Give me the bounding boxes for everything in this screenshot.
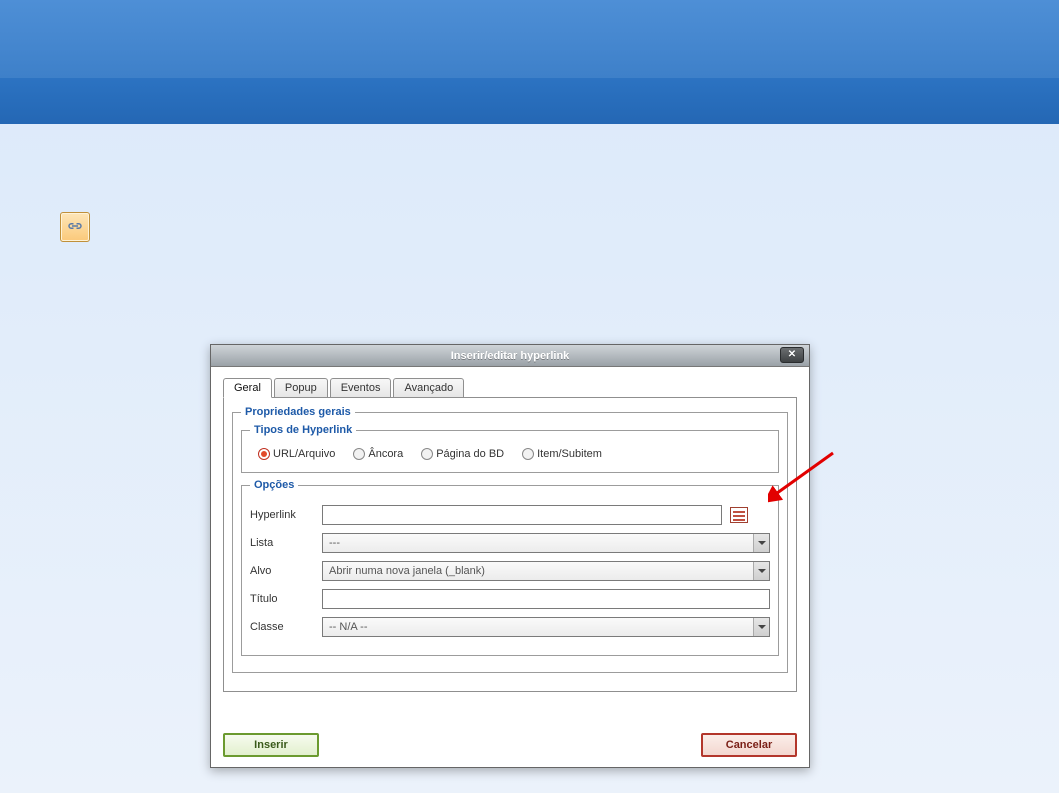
cancel-button-label: Cancelar [726, 739, 772, 751]
fieldset-options-legend: Opções [250, 479, 298, 491]
classe-label: Classe [250, 621, 322, 633]
hyperlink-input[interactable] [322, 505, 722, 525]
insert-button-label: Inserir [254, 739, 288, 751]
tab-eventos[interactable]: Eventos [330, 378, 392, 398]
hyperlink-type-radios: URL/Arquivo Âncora Página do BD Ite [250, 442, 770, 462]
radio-pagina-bd[interactable]: Página do BD [421, 448, 504, 460]
radio-label: Item/Subitem [537, 448, 602, 460]
radio-label: URL/Arquivo [273, 448, 335, 460]
chain-link-icon [66, 221, 84, 234]
radio-ancora[interactable]: Âncora [353, 448, 403, 460]
radio-item-subitem[interactable]: Item/Subitem [522, 448, 602, 460]
chevron-down-icon [753, 562, 769, 580]
fieldset-types-legend: Tipos de Hyperlink [250, 424, 356, 436]
header-band-1 [0, 0, 1059, 78]
radio-icon [258, 448, 270, 460]
lista-select[interactable]: --- [322, 533, 770, 553]
lista-value: --- [329, 537, 340, 549]
classe-value: -- N/A -- [329, 621, 368, 633]
insert-button[interactable]: Inserir [223, 733, 319, 757]
tab-bar: Geral Popup Eventos Avançado [223, 378, 797, 398]
dialog-titlebar: Inserir/editar hyperlink ✕ [211, 345, 809, 367]
alvo-label: Alvo [250, 565, 322, 577]
dialog-title: Inserir/editar hyperlink [451, 350, 570, 362]
fieldset-types: Tipos de Hyperlink URL/Arquivo Âncora [241, 424, 779, 473]
radio-icon [522, 448, 534, 460]
tab-panel-geral: Propriedades gerais Tipos de Hyperlink U… [223, 397, 797, 692]
fieldset-options: Opções Hyperlink Lista --- [241, 479, 779, 656]
chevron-down-icon [753, 534, 769, 552]
row-hyperlink: Hyperlink [250, 505, 770, 525]
classe-select[interactable]: -- N/A -- [322, 617, 770, 637]
browse-icon[interactable] [730, 507, 748, 523]
tab-avancado[interactable]: Avançado [393, 378, 464, 398]
radio-label: Âncora [368, 448, 403, 460]
insert-link-toolbar-button[interactable] [60, 212, 90, 242]
titulo-input[interactable] [322, 589, 770, 609]
row-lista: Lista --- [250, 533, 770, 553]
lista-label: Lista [250, 537, 322, 549]
dialog-body: Geral Popup Eventos Avançado Propriedade… [211, 367, 809, 692]
hyperlink-label: Hyperlink [250, 509, 322, 521]
radio-label: Página do BD [436, 448, 504, 460]
chevron-down-icon [753, 618, 769, 636]
close-button[interactable]: ✕ [780, 347, 804, 363]
hyperlink-dialog: Inserir/editar hyperlink ✕ Geral Popup E… [210, 344, 810, 768]
titulo-label: Título [250, 593, 322, 605]
fieldset-general: Propriedades gerais Tipos de Hyperlink U… [232, 406, 788, 673]
row-titulo: Título [250, 589, 770, 609]
header-band-2 [0, 78, 1059, 124]
close-icon: ✕ [788, 344, 796, 366]
tab-geral[interactable]: Geral [223, 378, 272, 398]
fieldset-general-legend: Propriedades gerais [241, 406, 355, 418]
alvo-select[interactable]: Abrir numa nova janela (_blank) [322, 561, 770, 581]
cancel-button[interactable]: Cancelar [701, 733, 797, 757]
radio-url-arquivo[interactable]: URL/Arquivo [258, 448, 335, 460]
row-classe: Classe -- N/A -- [250, 617, 770, 637]
alvo-value: Abrir numa nova janela (_blank) [329, 565, 485, 577]
radio-icon [353, 448, 365, 460]
radio-icon [421, 448, 433, 460]
dialog-footer: Inserir Cancelar [223, 733, 797, 757]
row-alvo: Alvo Abrir numa nova janela (_blank) [250, 561, 770, 581]
tab-popup[interactable]: Popup [274, 378, 328, 398]
